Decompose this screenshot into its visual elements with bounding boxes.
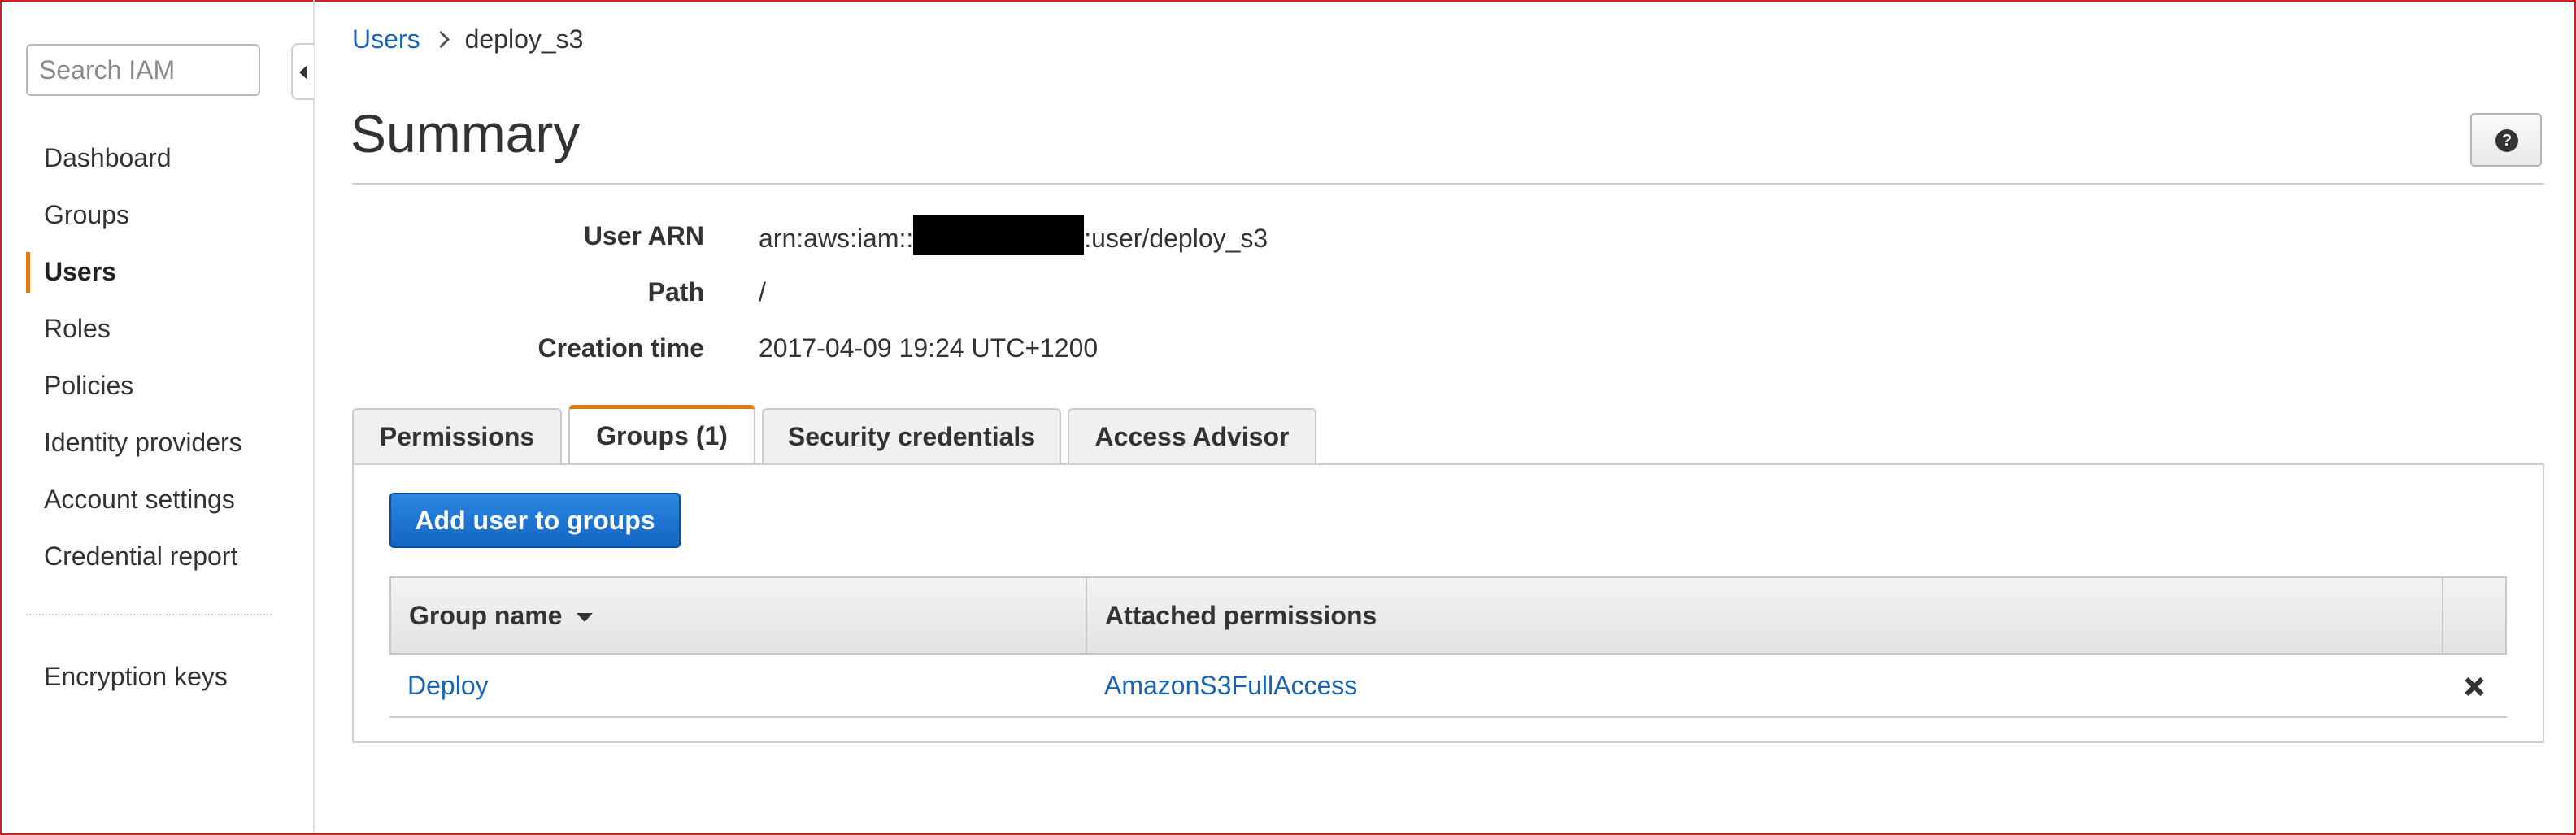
sidebar-item-identity-providers[interactable]: Identity providers: [26, 420, 286, 476]
column-header-actions: [2443, 578, 2505, 653]
sidebar-secondary-nav: Encryption keys: [26, 654, 286, 711]
policy-link[interactable]: AmazonS3FullAccess: [1104, 655, 1357, 716]
add-user-to-groups-button[interactable]: Add user to groups: [389, 493, 681, 548]
path-label: Path: [647, 277, 704, 307]
sort-down-icon[interactable]: [577, 612, 594, 622]
column-header-group-name[interactable]: Group name: [391, 578, 1087, 653]
breadcrumb: Users deploy_s3: [352, 24, 583, 54]
sidebar-item-encryption-keys[interactable]: Encryption keys: [26, 654, 286, 711]
summary-row-creation-time: Creation time 2017-04-09 19:24 UTC+1200: [352, 333, 1653, 374]
summary-row-arn: User ARN arn:aws:iam:: :user/deploy_s3: [352, 215, 1653, 262]
group-name-link[interactable]: Deploy: [407, 655, 489, 716]
arn-value: arn:aws:iam:: :user/deploy_s3: [759, 215, 1268, 255]
tab-bar: Permissions Groups (1) Security credenti…: [352, 405, 1316, 465]
sidebar-item-policies[interactable]: Policies: [26, 363, 286, 420]
search-input[interactable]: [26, 44, 260, 96]
title-divider: [352, 183, 2544, 185]
groups-table: Group name Attached permissions Deploy A…: [389, 576, 2507, 718]
chevron-right-icon: [432, 30, 450, 49]
column-label: Group name: [409, 600, 563, 630]
redacted-account-id: [913, 215, 1085, 255]
help-button[interactable]: ?: [2470, 113, 2542, 167]
sidebar-divider: [26, 614, 272, 615]
arn-label: User ARN: [583, 221, 704, 250]
path-value: /: [759, 277, 766, 307]
sidebar-item-dashboard[interactable]: Dashboard: [26, 135, 286, 192]
table-row: Deploy AmazonS3FullAccess: [389, 655, 2507, 718]
sidebar-nav: Dashboard Groups Users Roles Policies Id…: [26, 135, 286, 590]
remove-icon[interactable]: [2461, 672, 2488, 700]
sidebar-item-users[interactable]: Users: [26, 249, 286, 306]
tab-groups[interactable]: Groups (1): [568, 405, 755, 463]
column-header-attached-permissions: Attached permissions: [1087, 578, 2443, 653]
arn-prefix: arn:aws:iam::: [759, 223, 914, 253]
tab-security-credentials[interactable]: Security credentials: [762, 408, 1061, 463]
breadcrumb-current: deploy_s3: [464, 24, 584, 54]
sidebar-item-credential-report[interactable]: Credential report: [26, 533, 286, 590]
tab-access-advisor[interactable]: Access Advisor: [1068, 408, 1316, 463]
collapse-sidebar-icon[interactable]: [291, 43, 314, 100]
sidebar-item-groups[interactable]: Groups: [26, 192, 286, 249]
creation-time-value: 2017-04-09 19:24 UTC+1200: [759, 333, 1099, 363]
creation-time-label: Creation time: [537, 333, 704, 363]
arn-suffix: :user/deploy_s3: [1084, 223, 1268, 253]
sidebar-item-roles[interactable]: Roles: [26, 306, 286, 363]
sidebar: Dashboard Groups Users Roles Policies Id…: [0, 0, 315, 832]
breadcrumb-users-link[interactable]: Users: [352, 24, 420, 54]
table-header: Group name Attached permissions: [389, 576, 2507, 655]
question-circle-icon: ?: [2496, 129, 2518, 152]
summary-row-path: Path /: [352, 277, 1653, 318]
sidebar-item-account-settings[interactable]: Account settings: [26, 476, 286, 533]
page-title: Summary: [350, 103, 581, 163]
tab-permissions[interactable]: Permissions: [352, 408, 562, 463]
